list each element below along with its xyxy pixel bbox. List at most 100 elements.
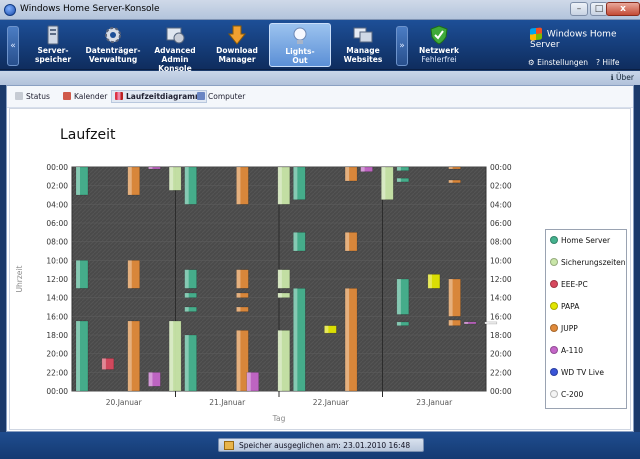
subtab-calendar[interactable]: Kalender [63, 92, 107, 101]
subtab-label: Laufzeitdiagramm [126, 92, 203, 101]
tab-manage-websites[interactable]: Manage Websites [332, 23, 394, 67]
y-tick-label-left: 00:00 [46, 387, 68, 396]
bar-highlight [76, 260, 80, 289]
subtab-runtime-chart[interactable]: Laufzeitdiagramm [111, 90, 207, 103]
bar-highlight [148, 372, 153, 387]
bar-highlight [169, 321, 174, 391]
network-status[interactable]: Netzwerk Fehlerfrei [408, 23, 470, 67]
bar-highlight [184, 307, 189, 312]
legend-label: A-110 [561, 346, 583, 355]
bar-highlight [345, 167, 350, 181]
bar-highlight [236, 269, 241, 289]
y-tick-label-right: 14:00 [490, 294, 512, 303]
x-tick-label: 20.Januar [106, 398, 143, 407]
tab-download-manager[interactable]: Download Manager [206, 23, 268, 67]
about-link[interactable]: ℹ Über [611, 73, 634, 82]
legend-swatch [550, 236, 558, 244]
y-tick-label-left: 16:00 [46, 312, 68, 321]
window-title: Windows Home Server-Konsole [20, 4, 160, 14]
bar-highlight [396, 321, 401, 326]
bar-highlight [427, 274, 432, 289]
legend-item: PAPA [550, 302, 579, 311]
bar-highlight [396, 279, 401, 315]
gear-icon [105, 27, 121, 43]
nav-scroll-right-button[interactable]: » [396, 26, 408, 66]
bar-highlight [236, 167, 241, 205]
y-tick-label-left: 10:00 [46, 256, 68, 265]
server-icon [47, 25, 59, 45]
legend-item: EEE-PC [550, 280, 588, 289]
subtab-status[interactable]: Status [15, 92, 50, 101]
close-button[interactable]: x [606, 2, 640, 16]
y-tick-label-left: 00:00 [46, 163, 68, 172]
bar-highlight [293, 232, 298, 251]
y-axis-label: Uhrzeit [15, 265, 24, 292]
runtime-chart: 00:00 00:00 02:00 02:00 04:00 04:00 06:00 06:00… [15, 163, 512, 423]
about-label: Über [616, 73, 634, 82]
legend-item: C-200 [550, 390, 583, 399]
title-bar: Windows Home Server-Konsole – □ x [0, 0, 640, 20]
bar-highlight [448, 279, 453, 317]
tab-server-storage[interactable]: Server- speicher [22, 23, 84, 67]
tab-advanced-admin-console[interactable]: Advanced Admin Konsole [144, 23, 206, 73]
bar-highlight [324, 325, 329, 334]
bar-highlight [381, 167, 386, 200]
bar-highlight [360, 167, 365, 172]
subtab-label: Kalender [74, 92, 108, 101]
legend-swatch [550, 258, 558, 266]
bar-highlight [184, 269, 189, 289]
tab-label-line1: Server- [37, 46, 69, 55]
y-tick-label-right: 16:00 [490, 312, 512, 321]
x-tick-label: 23.Januar [416, 398, 453, 407]
y-tick-label-right: 12:00 [490, 275, 512, 284]
bar-highlight [127, 260, 132, 289]
bar-highlight [293, 288, 298, 391]
tab-label-line1: Manage [346, 46, 380, 55]
y-tick-label-left: 02:00 [46, 182, 68, 191]
bar-highlight [169, 167, 174, 191]
tab-label-line1: Advanced [154, 46, 196, 55]
y-tick-label-right: 10:00 [490, 256, 512, 265]
legend-swatch [550, 368, 558, 376]
y-tick-label-right: 20:00 [490, 350, 512, 359]
y-tick-label-right: 02:00 [490, 182, 512, 191]
bar-chart-icon [115, 92, 123, 100]
tab-label-line1: Download [216, 46, 258, 55]
info-strip: ℹ Über [0, 71, 640, 85]
bar-highlight [448, 167, 453, 169]
tab-label-line2: Manager [218, 55, 256, 64]
y-tick-label-left: 14:00 [46, 294, 68, 303]
bar-highlight [236, 307, 241, 312]
y-tick-label-right: 22:00 [490, 368, 512, 377]
subtab-bar: Status Kalender Laufzeitdiagramm Compute… [7, 86, 633, 108]
bar-highlight [127, 321, 132, 391]
tab-disk-management[interactable]: Datenträger- Verwaltung [82, 23, 144, 67]
legend-item: WD TV Live [550, 368, 604, 377]
runtime-chart-frame: Laufzeit 00:00 00:00 02:00 02:00 04:00 04:00 0… [9, 108, 631, 430]
minimize-button[interactable]: – [570, 2, 588, 16]
subtab-label: Status [26, 92, 50, 101]
bar-highlight [236, 330, 241, 391]
help-link[interactable]: ? Hilfe [596, 58, 619, 67]
legend-label: Sicherungszeiten [561, 258, 626, 267]
windows-flag-icon [530, 27, 542, 41]
legend-item: JUPP [550, 324, 578, 333]
bar-highlight [277, 269, 282, 289]
bar-highlight [101, 358, 106, 370]
settings-link[interactable]: ⚙ Einstellungen [528, 58, 588, 67]
legend-item: Home Server [550, 236, 610, 245]
tab-lights-out[interactable]: Lights- Out [269, 23, 331, 67]
legend-swatch [550, 324, 558, 332]
admin-console-icon [166, 27, 185, 44]
nav-scroll-left-button[interactable]: « [7, 26, 19, 66]
legend-label: WD TV Live [561, 368, 604, 377]
bar-highlight [76, 167, 80, 195]
x-tick-label: 22.Januar [313, 398, 350, 407]
tab-label-line2: Verwaltung [88, 55, 138, 64]
content-panel: Status Kalender Laufzeitdiagramm Compute… [6, 85, 634, 432]
y-tick-label-left: 22:00 [46, 368, 68, 377]
bar-highlight [448, 320, 453, 326]
chart-legend: Home Server Sicherungszeiten EEE-PC PAPA… [545, 229, 627, 409]
subtab-computer[interactable]: Computer [197, 92, 245, 101]
legend-label: JUPP [561, 324, 578, 333]
